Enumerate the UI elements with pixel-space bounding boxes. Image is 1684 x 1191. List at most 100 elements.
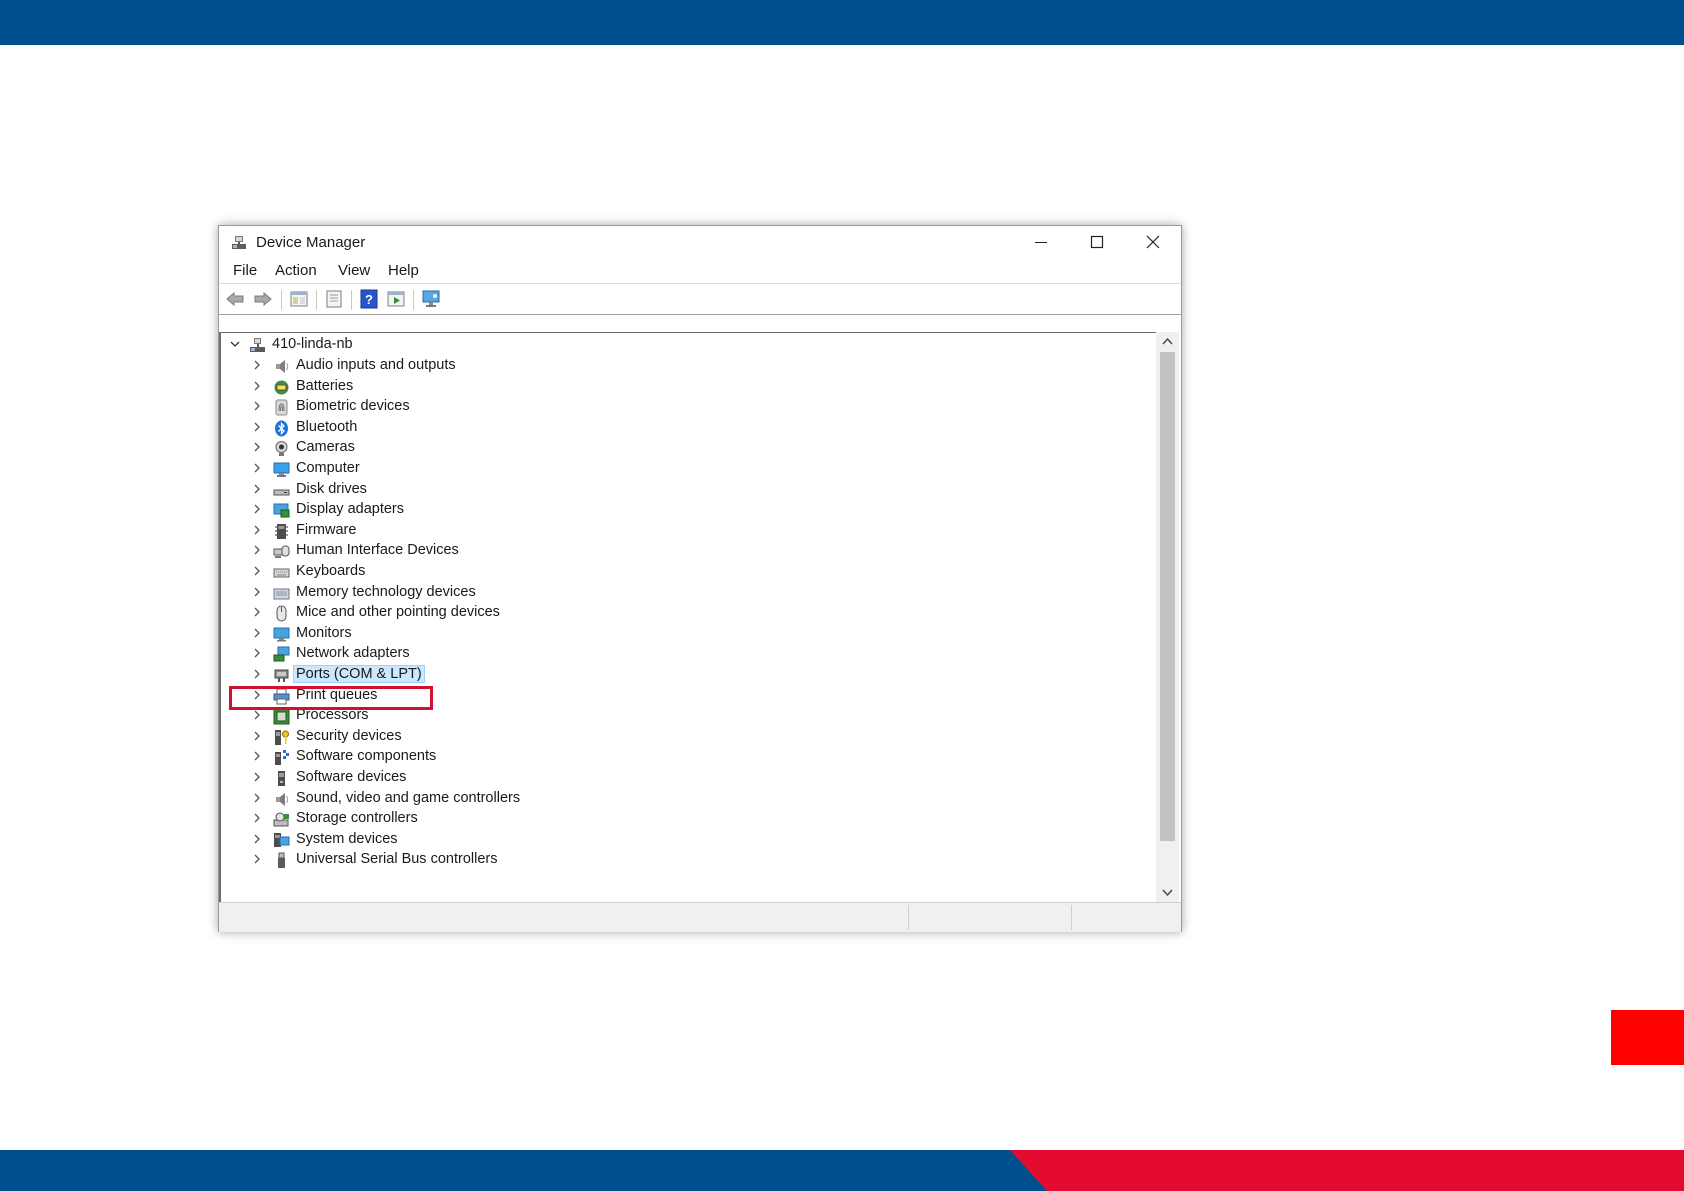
chevron-right-icon[interactable] — [252, 401, 262, 411]
chevron-right-icon[interactable] — [252, 607, 262, 617]
tree-item-storage-controllers[interactable]: Storage controllers — [221, 808, 1158, 830]
chevron-right-icon[interactable] — [252, 731, 262, 741]
bluetooth-icon — [275, 420, 288, 437]
toolbar-separator — [351, 290, 352, 310]
tree-item-label: Security devices — [296, 727, 402, 744]
tree-item-batteries[interactable]: Batteries — [221, 376, 1158, 398]
scroll-down-icon[interactable] — [1156, 882, 1179, 902]
tree-item-label: Monitors — [296, 624, 352, 641]
svg-text:?: ? — [365, 292, 373, 307]
chevron-right-icon[interactable] — [252, 854, 262, 864]
chevron-right-icon[interactable] — [252, 793, 262, 803]
chevron-right-icon[interactable] — [252, 772, 262, 782]
vertical-scrollbar[interactable] — [1156, 332, 1179, 902]
properties-icon[interactable] — [324, 289, 344, 309]
bottom-red-stripe — [1010, 1150, 1684, 1191]
chevron-right-icon[interactable] — [252, 628, 262, 638]
tree-item-software-components[interactable]: Software components — [221, 746, 1158, 768]
minimize-button[interactable] — [1013, 226, 1069, 258]
tree-item-audio-inputs-and-outputs[interactable]: Audio inputs and outputs — [221, 355, 1158, 377]
status-separator — [1071, 905, 1072, 930]
menu-view[interactable]: View — [338, 262, 370, 279]
scroll-up-icon[interactable] — [1156, 332, 1179, 352]
processor-icon — [273, 708, 290, 725]
tree-item-memory-technology-devices[interactable]: Memory technology devices — [221, 582, 1158, 604]
chevron-right-icon[interactable] — [252, 525, 262, 535]
tree-item-mice-and-other-pointing-devices[interactable]: Mice and other pointing devices — [221, 602, 1158, 624]
tree-item-security-devices[interactable]: Security devices — [221, 726, 1158, 748]
help-icon[interactable]: ? — [359, 289, 379, 309]
tree-item-label: Storage controllers — [296, 810, 418, 827]
title-bar[interactable]: Device Manager — [219, 226, 1181, 258]
tree-item-label: Memory technology devices — [296, 583, 476, 600]
menu-action[interactable]: Action — [275, 262, 317, 279]
status-separator — [908, 905, 909, 930]
tree-item-label: Biometric devices — [296, 398, 410, 415]
keyboard-icon — [273, 568, 290, 578]
tree-item-monitors[interactable]: Monitors — [221, 623, 1158, 645]
scan-hardware-icon[interactable] — [421, 289, 441, 309]
tree-item-label: Keyboards — [296, 563, 366, 579]
tree-item-label: Audio inputs and outputs — [296, 357, 456, 373]
tree-item-keyboards[interactable]: Keyboards — [221, 561, 1158, 583]
tree-item-bluetooth[interactable]: Bluetooth — [221, 417, 1158, 439]
tree-item-label: Display adapters — [296, 501, 404, 518]
tree-item-human-interface-devices[interactable]: Human Interface Devices — [221, 540, 1158, 562]
maximize-icon — [1090, 235, 1104, 249]
chevron-right-icon[interactable] — [252, 566, 262, 576]
tree-item-software-devices[interactable]: Software devices — [221, 767, 1158, 789]
chevron-down-icon[interactable] — [230, 339, 240, 349]
device-manager-window: Device Manager File Action View Help ? 4… — [218, 225, 1182, 932]
tree-item-cameras[interactable]: Cameras — [221, 437, 1158, 459]
tree-item-sound-video-and-game-controllers[interactable]: Sound, video and game controllers — [221, 788, 1158, 810]
tree-item-firmware[interactable]: Firmware — [221, 520, 1158, 542]
system-devices-icon — [274, 832, 290, 847]
scrollbar-thumb[interactable] — [1160, 352, 1175, 841]
chevron-right-icon[interactable] — [252, 813, 262, 823]
chevron-right-icon[interactable] — [252, 442, 262, 452]
tree-item-display-adapters[interactable]: Display adapters — [221, 499, 1158, 521]
chevron-right-icon[interactable] — [252, 710, 262, 720]
forward-arrow-icon[interactable] — [253, 289, 273, 309]
toolbar: ? — [219, 283, 1181, 315]
tree-item-label: Universal Serial Bus controllers — [296, 851, 498, 868]
chevron-right-icon[interactable] — [252, 381, 262, 391]
status-bar — [219, 902, 1181, 932]
tree-item-disk-drives[interactable]: Disk drives — [221, 479, 1158, 501]
chevron-right-icon[interactable] — [252, 422, 262, 432]
top-brand-band — [0, 0, 1684, 45]
chevron-right-icon[interactable] — [252, 648, 262, 658]
maximize-button[interactable] — [1069, 226, 1125, 258]
tree-item-label: Sound, video and game controllers — [296, 789, 521, 806]
close-button[interactable] — [1125, 226, 1181, 258]
chevron-right-icon[interactable] — [252, 587, 262, 597]
tree-root-row[interactable]: 410-linda-nb — [221, 334, 1158, 356]
battery-icon — [274, 380, 289, 395]
chevron-right-icon[interactable] — [252, 504, 262, 514]
menu-file[interactable]: File — [233, 262, 257, 279]
bottom-brand-band — [0, 1150, 1684, 1191]
tree-item-computer[interactable]: Computer — [221, 458, 1158, 480]
network-adapter-icon — [273, 646, 290, 662]
chevron-right-icon[interactable] — [252, 484, 262, 494]
chevron-right-icon[interactable] — [252, 360, 262, 370]
chevron-right-icon[interactable] — [252, 463, 262, 473]
menu-help[interactable]: Help — [388, 262, 419, 279]
toolbar-separator — [316, 290, 317, 310]
close-icon — [1146, 235, 1160, 249]
chevron-right-icon[interactable] — [252, 545, 262, 555]
tree-item-biometric-devices[interactable]: Biometric devices — [221, 396, 1158, 418]
chevron-right-icon[interactable] — [252, 834, 262, 844]
action-pane-icon[interactable] — [386, 289, 406, 309]
chevron-right-icon[interactable] — [252, 669, 262, 679]
tree-item-universal-serial-bus-controllers[interactable]: Universal Serial Bus controllers — [221, 849, 1158, 871]
toolbar-separator — [413, 290, 414, 310]
tree-item-system-devices[interactable]: System devices — [221, 829, 1158, 851]
back-arrow-icon[interactable] — [225, 289, 245, 309]
toolbar-separator — [281, 290, 282, 310]
show-hide-console-tree-icon[interactable] — [289, 289, 309, 309]
chevron-right-icon[interactable] — [252, 751, 262, 761]
camera-icon — [275, 441, 288, 457]
tree-item-network-adapters[interactable]: Network adapters — [221, 643, 1158, 665]
tree-item-ports-com-lpt[interactable]: Ports (COM & LPT) — [221, 664, 1158, 686]
